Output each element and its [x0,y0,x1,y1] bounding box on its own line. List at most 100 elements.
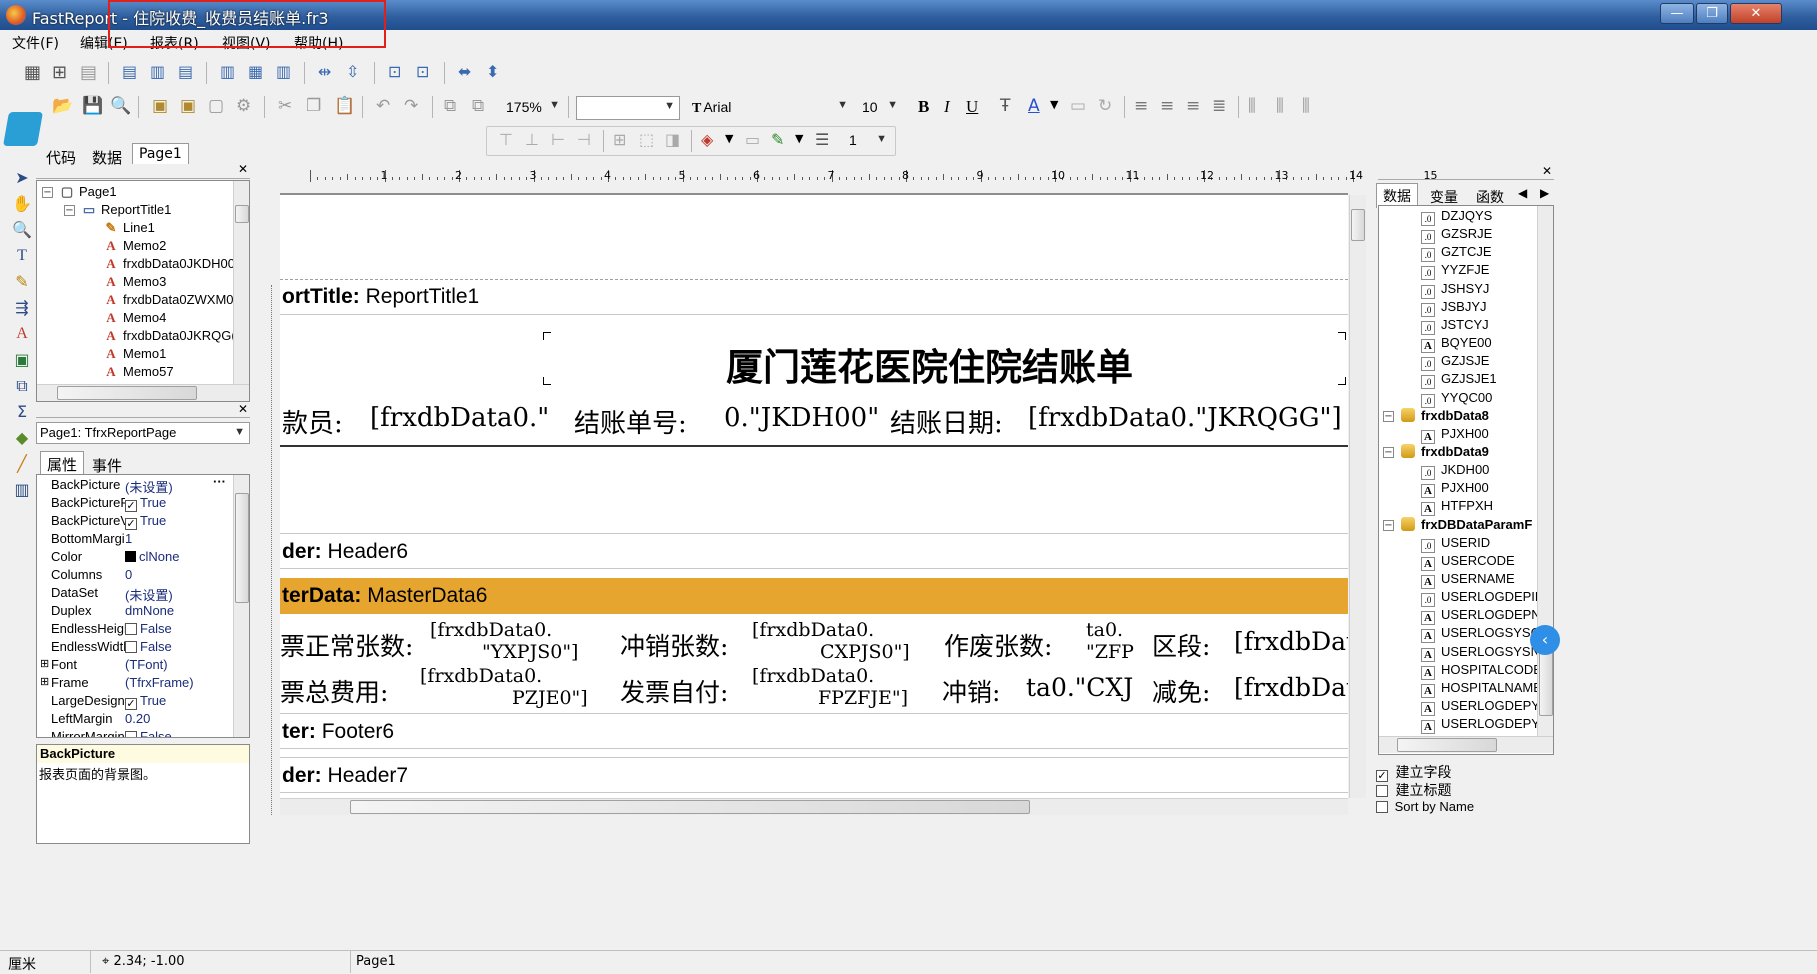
checkbox-unchecked-icon[interactable] [125,623,137,635]
prop-row[interactable]: LargeDesignH✓True [37,693,247,711]
chevron-down-icon[interactable]: ▼ [795,132,815,152]
tree-item-memo[interactable]: A Memo3 [103,274,166,290]
tree-field[interactable]: A HOSPITALCODE [1421,662,1542,680]
prop-row[interactable]: BottomMargin 1 [37,531,247,549]
collapse-icon[interactable]: − [1383,410,1394,422]
tree-item-band[interactable]: ▭ ReportTitle1 [81,202,171,218]
memo-tool-icon[interactable]: A [12,324,32,344]
memo-cashier-field[interactable]: [frxdbData0." [370,403,549,433]
tab-scroll-left-icon[interactable]: ◀ [1518,186,1527,200]
center-horizontal-icon[interactable]: ⊡ [388,62,408,82]
memo-bill-date-field[interactable]: [frxdbData0."JKRQGG"] [1028,403,1342,433]
memo-waste-count-label[interactable]: 作废张数: [944,627,1052,663]
tree-field[interactable]: .0 JKDH00 [1421,462,1489,481]
align-middle-icon[interactable]: ▦ [248,62,268,82]
band-header7[interactable]: der: Header7 [280,757,1348,793]
format-painter-icon[interactable]: ✎ [12,272,32,292]
checkbox-checked-icon[interactable]: ✓ [125,518,137,530]
memo-void-count-field2[interactable]: CXPJS0"] [820,641,910,663]
tree-field[interactable]: .0 JSHSYJ [1421,281,1489,299]
memo-self-pay-label[interactable]: 发票自付: [620,673,728,709]
memo-normal-count-field2[interactable]: "YXPJS0"] [482,641,578,663]
tree-field[interactable]: .0 GZJSJE1 [1421,371,1497,390]
memo-bill-date-label[interactable]: 结账日期: [890,403,1003,440]
subreport-tool-icon[interactable]: ⧉ [12,376,32,396]
tree-field[interactable]: A HTFPXH [1421,498,1493,517]
inspector-object-select[interactable]: Page1: TfrxReportPage ▼ [36,422,250,444]
memo-waste-count-field2[interactable]: "ZFP [1086,641,1134,663]
memo-total-fee-label[interactable]: 票总费用: [280,673,388,709]
group-icon[interactable]: ⧉ [444,96,464,116]
prop-row[interactable]: BackPicture (未设置) ··· [37,475,247,495]
delete-page-icon[interactable]: ▢ [208,96,228,116]
font-color-icon[interactable]: A [1028,96,1048,116]
frame-left-icon[interactable]: ⊢ [551,130,571,150]
memo-total-fee-field[interactable]: [frxdbData0. [420,665,542,687]
tree-item-memo[interactable]: AfrxdbData0JKDH00 [103,256,235,272]
tree-item-memo[interactable]: A Memo2 [103,238,166,254]
tree-field[interactable]: .0 USERLOGDEPID [1421,589,1544,608]
tree-horizontal-scrollbar[interactable] [37,384,249,401]
new-page-icon[interactable]: ▣ [152,96,172,116]
text-align-center-icon[interactable]: ≡ [1160,96,1180,116]
same-height-icon[interactable]: ⬍ [486,62,506,82]
memo-normal-count-field[interactable]: [frxdbData0. [430,619,552,641]
tree-field[interactable]: .0 DZJQYS [1421,208,1492,226]
style-select[interactable]: ▼ [576,96,680,120]
align-center-icon[interactable]: ▥ [150,62,170,82]
prop-row[interactable]: ⊞ Frame (TfrxFrame) [37,675,247,693]
tree-item-memo[interactable]: AfrxdbData0ZWXM0 [103,292,233,308]
align-right-icon[interactable]: ▤ [178,62,198,82]
align-left-icon[interactable]: ▤ [122,62,142,82]
tree-item-memo[interactable]: A Memo1 [103,346,166,362]
minimize-button[interactable]: — [1660,3,1694,24]
design-horizontal-scrollbar[interactable] [280,798,1348,815]
zoom-select[interactable]: 175% ▼ [502,96,564,120]
tree-field[interactable]: A USERNAME [1421,571,1515,589]
shadow-icon[interactable]: ◨ [665,130,685,150]
grid-icon[interactable]: ▦ [24,62,44,83]
prop-row[interactable]: BackPictureVis✓True [37,513,247,531]
tree-field[interactable]: A USERCODE [1421,553,1515,571]
tree-dataset[interactable]: frxdbData9 [1401,443,1489,459]
prop-row[interactable]: MirrorMargins False [37,729,247,737]
chevron-down-icon[interactable]: ▼ [725,132,745,152]
tree-item-memo[interactable]: A Memo4 [103,310,166,326]
tree-field[interactable]: .0 GZTCJE [1421,244,1492,263]
tree-dataset[interactable]: frxDBDataParamF [1401,516,1532,532]
option-create-headers[interactable]: 建立标题 [1376,780,1451,800]
band-footer6[interactable]: ter: Footer6 [280,713,1348,749]
open-icon[interactable]: 📂 [52,96,73,116]
highlight-icon[interactable]: ▭ [1070,96,1090,116]
font-size-select[interactable]: 10 ▼ [858,96,902,120]
tree-field[interactable]: .0 JSTCYJ [1421,317,1489,335]
tree-field[interactable]: .0 USERID [1421,535,1490,553]
data-tree-vscroll[interactable] [1537,206,1553,736]
hand-tool-icon[interactable]: ✋ [12,194,32,214]
prop-row[interactable]: LeftMargin 0.20 [37,711,247,729]
tree-field[interactable]: A USERLOGDEPNAI [1421,607,1553,626]
space-vertical-icon[interactable]: ⇳ [346,62,366,82]
memo-writeoff-field[interactable]: ta0."CXJ [1026,673,1133,702]
collapse-icon[interactable]: − [1383,446,1394,458]
zoom-tool-icon[interactable]: 🔍 [12,220,32,240]
prop-row[interactable]: Duplex dmNone [37,603,247,621]
memo-bill-no-field[interactable]: 0."JKDH00" [724,403,879,433]
save-icon[interactable]: 💾 [82,96,103,116]
memo-self-pay-field[interactable]: [frxdbData0. [752,665,874,687]
collapse-icon[interactable]: − [64,205,75,216]
design-vertical-scrollbar[interactable] [1349,195,1366,798]
tab-page1[interactable]: Page1 [132,143,189,164]
design-surface[interactable]: ortTitle: ReportTitle1 厦门莲花医院住院结账单 款员: [… [280,195,1348,798]
tree-field[interactable]: .0 YYZFJE [1421,262,1489,281]
tree-field[interactable]: .0 YYQC00 [1421,390,1492,408]
memo-range-label[interactable]: 区段: [1152,627,1210,663]
tree-field[interactable]: A BQYE00 [1421,335,1492,354]
copy-icon[interactable]: ❐ [306,96,326,116]
frame-bottom-icon[interactable]: ⊥ [525,130,545,150]
tree-item-page[interactable]: ▢ Page1 [59,184,117,200]
preview-icon[interactable]: 🔍 [110,96,131,116]
checkbox-unchecked-icon[interactable] [125,731,137,737]
band-report-title[interactable]: ortTitle: ReportTitle1 [280,279,1348,315]
memo-cashier-label[interactable]: 款员: [282,403,343,440]
